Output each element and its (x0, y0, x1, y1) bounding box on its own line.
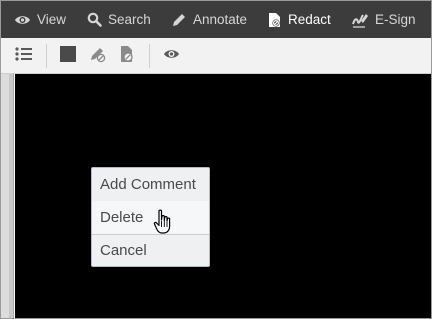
pencil-icon (171, 12, 187, 28)
esign-tab[interactable]: E-Sign (351, 1, 416, 38)
menu-item-label: Delete (100, 209, 144, 226)
toolbar-divider (149, 44, 150, 68)
redact-tab-label: Redact (288, 12, 331, 27)
menu-item-delete[interactable]: Delete (92, 201, 209, 234)
side-panel-gutter[interactable] (1, 74, 14, 318)
esign-tab-label: E-Sign (375, 12, 416, 27)
app-window: View Search Annotate Redact E-Sign Add C… (0, 0, 432, 319)
view-tab[interactable]: View (14, 1, 66, 38)
redact-tab[interactable]: Redact (267, 1, 331, 38)
toolbar-divider (46, 44, 47, 68)
redact-file-icon (119, 45, 135, 68)
redact-page-button[interactable] (117, 45, 137, 68)
signature-icon (351, 12, 369, 28)
menu-item-cancel[interactable]: Cancel (92, 234, 209, 267)
annotate-tab[interactable]: Annotate (171, 1, 247, 38)
annotate-tab-label: Annotate (193, 12, 248, 27)
context-menu: Add Comment Delete Cancel (91, 167, 210, 267)
redact-toolbar (1, 38, 431, 74)
menu-item-add-comment[interactable]: Add Comment (92, 168, 209, 201)
menu-item-label: Add Comment (100, 176, 196, 193)
menu-item-label: Cancel (100, 242, 147, 259)
search-tab[interactable]: Search (87, 1, 151, 38)
preview-button[interactable] (161, 46, 181, 66)
view-tab-label: View (37, 12, 67, 27)
redacted-document-area[interactable] (15, 74, 431, 318)
redact-pen-icon (89, 45, 107, 68)
redact-box-icon (60, 45, 76, 67)
redact-icon (267, 12, 282, 28)
redact-area-button[interactable] (58, 45, 78, 67)
redact-text-button[interactable] (88, 46, 108, 66)
list-button[interactable] (14, 46, 34, 66)
eye-icon (14, 14, 31, 26)
gutter-handle (9, 74, 13, 318)
search-icon (87, 12, 102, 27)
list-icon (15, 46, 33, 66)
eye-icon (163, 47, 180, 65)
main-toolbar: View Search Annotate Redact E-Sign (1, 1, 431, 38)
search-tab-label: Search (108, 12, 151, 27)
